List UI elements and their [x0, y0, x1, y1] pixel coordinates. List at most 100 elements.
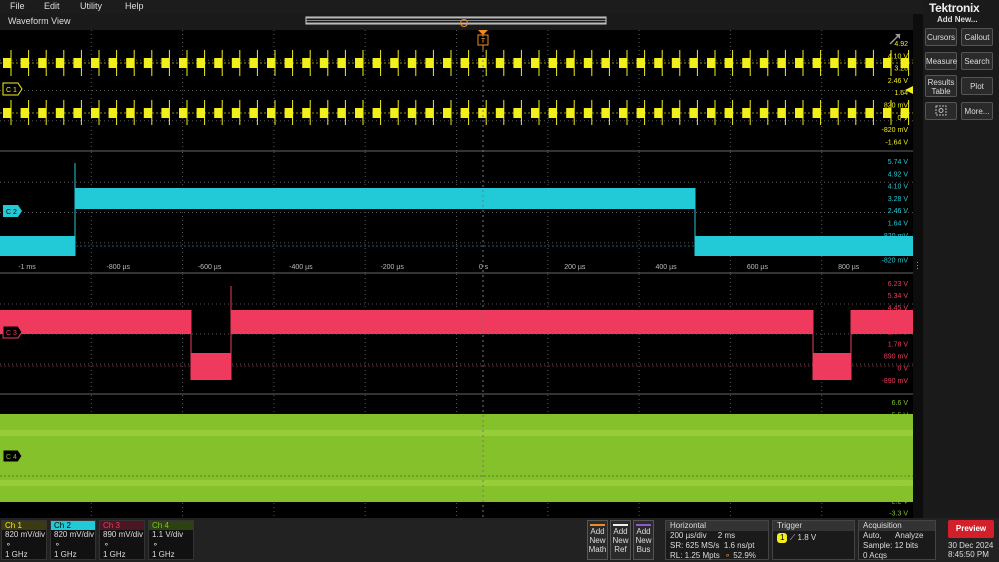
- ch4-tick-label: -2.2 V: [889, 498, 908, 505]
- time-tick-label: -200 µs: [380, 264, 404, 271]
- ch3-tick-label: 6.23 V: [888, 281, 909, 288]
- ch2-panel: [0, 152, 913, 273]
- time-tick-label: 400 µs: [656, 264, 678, 271]
- ch2-tick-label: 4.92 V: [888, 171, 909, 178]
- add-new-bus-button[interactable]: Add New Bus: [633, 520, 654, 560]
- trigger-marker-icon[interactable]: T: [477, 34, 489, 50]
- record-overview[interactable]: [0, 14, 913, 30]
- probe-icon: ⚬: [103, 540, 110, 549]
- ch2-label: C 2: [6, 209, 17, 216]
- position-icon: ⚬: [724, 551, 731, 560]
- trigger-position-icon: [478, 30, 488, 35]
- ch1-tick-label: 3.28: [894, 66, 908, 73]
- ch1-tick-label: 0 V: [897, 115, 908, 122]
- waveform-area[interactable]: -1 ms -800 µs -600 µs -400 µs -200 µs 0 s 200 …: [0, 30, 913, 518]
- ch2-badge[interactable]: Ch 2 820 mV/div ⚬ 1 GHz: [50, 520, 96, 560]
- ch4-tick-label: 3.3 V: [892, 437, 909, 444]
- ch1-scale: 820 mV/div: [5, 530, 46, 539]
- callout-button[interactable]: Callout: [961, 28, 993, 46]
- time-tick-label: 600 µs: [747, 264, 769, 271]
- plot-button[interactable]: Plot: [961, 77, 993, 95]
- ch4-tick-label: 5.5 V: [892, 412, 909, 419]
- results-table-button[interactable]: Results Table: [925, 75, 957, 97]
- ch4-panel: [0, 395, 913, 518]
- ch4-label-marker[interactable]: C 4: [2, 449, 23, 463]
- right-panel: Tektronix Add New... Cursors Callout Mea…: [923, 0, 999, 518]
- menu-help[interactable]: Help: [125, 1, 144, 11]
- drag-handle-icon[interactable]: · · ·: [916, 258, 919, 273]
- time-label: 8:45:50 PM: [948, 550, 989, 559]
- ch2-tick-label: -820 mV: [882, 257, 909, 264]
- time-axis: -1 ms -800 µs -600 µs -400 µs -200 µs 0 s 200 …: [18, 264, 860, 271]
- menu-edit[interactable]: Edit: [44, 1, 60, 11]
- more-button[interactable]: More...: [961, 102, 993, 120]
- time-tick-label: -1 ms: [18, 264, 36, 271]
- time-tick-label: -400 µs: [289, 264, 313, 271]
- settings-bar: Ch 1 820 mV/div ⚬ 1 GHz Ch 2 820 mV/div …: [0, 518, 999, 562]
- ns-per-point: 1.6 ns/pt: [723, 541, 755, 550]
- acquisition-badge[interactable]: Acquisition Auto, Analyze Sample: 12 bit…: [858, 520, 936, 560]
- ch2-tick-label: 0 V: [897, 245, 908, 252]
- ch4-signal-band: [0, 414, 913, 502]
- ch1-badge[interactable]: Ch 1 820 mV/div ⚬ 1 GHz: [1, 520, 47, 560]
- ch3-badge-title: Ch 3: [100, 521, 144, 530]
- ch4-bandwidth: 1 GHz: [152, 550, 175, 559]
- search-button[interactable]: Search: [961, 52, 993, 70]
- ch1-tick-label: -1.64 V: [885, 139, 908, 146]
- zoom-box-icon[interactable]: [925, 102, 957, 120]
- ch3-label: C 3: [6, 330, 17, 337]
- ch1-tick-label: 2.46 V: [888, 78, 909, 85]
- ch1-tick-label: 4.92: [894, 41, 908, 48]
- ch2-high-segment: [75, 188, 695, 209]
- ch3-high-segment-2: [231, 310, 813, 334]
- acquisition-analyze: Analyze: [895, 531, 924, 540]
- position-percent: 52.9%: [733, 551, 756, 560]
- acquisition-title: Acquisition: [859, 521, 935, 531]
- ch2-label-marker[interactable]: C 2: [3, 205, 22, 217]
- panel-splitter[interactable]: · · ·: [913, 14, 923, 518]
- ch3-panel: [0, 274, 913, 394]
- menu-utility[interactable]: Utility: [80, 1, 102, 11]
- ch1-panel: [0, 30, 913, 151]
- measure-button[interactable]: Measure: [925, 52, 957, 70]
- ch4-badge[interactable]: Ch 4 1.1 V/div ⚬ 1 GHz: [148, 520, 194, 560]
- ch4-label: C 4: [6, 454, 17, 461]
- ch3-low-segment-1: [191, 353, 231, 380]
- ch3-tick-label: 890 mV: [884, 354, 908, 361]
- ch1-label-marker[interactable]: C 1: [2, 82, 23, 96]
- ch2-tick-label: 820 mV: [884, 233, 908, 240]
- time-tick-label: 200 µs: [564, 264, 586, 271]
- ch4-tick-label: -1.1 V: [889, 486, 908, 493]
- time-tick-label: 800 µs: [838, 264, 860, 271]
- ch1-label: C 1: [6, 87, 17, 94]
- cursors-button[interactable]: Cursors: [925, 28, 957, 46]
- time-tick-label: 0 s: [479, 264, 489, 271]
- ch2-scale: 820 mV/div: [54, 530, 95, 539]
- preview-button[interactable]: Preview: [948, 520, 994, 538]
- trigger-badge[interactable]: Trigger 1 ⟋ 1.8 V: [772, 520, 855, 560]
- ch1-badge-title: Ch 1: [2, 521, 46, 530]
- ch3-badge[interactable]: Ch 3 890 mV/div ⚬ 1 GHz: [99, 520, 145, 560]
- add-new-math-button[interactable]: Add New Math: [587, 520, 608, 560]
- ch2-low-segment-1: [0, 236, 75, 256]
- date-label: 30 Dec 2024: [948, 541, 994, 550]
- ch2-tick-label: 3.28 V: [888, 196, 909, 203]
- ch2-badge-title: Ch 2: [51, 521, 95, 530]
- menu-bar: File Edit Utility Help: [0, 0, 999, 14]
- ch4-tick-label: 1.1 V: [892, 462, 909, 469]
- menu-file[interactable]: File: [10, 1, 25, 11]
- horizontal-scale: 200 µs/div: [670, 531, 707, 540]
- acquisition-count: 0 Acqs: [863, 551, 888, 560]
- ch4-tick-label: -3.3 V: [889, 511, 908, 518]
- ch4-tick-label: 4.4 V: [892, 425, 909, 432]
- add-new-ref-button[interactable]: Add New Ref: [610, 520, 631, 560]
- ch1-tick-label: 820 mV: [884, 103, 908, 110]
- ch3-tick-label: 2.67 V: [888, 329, 909, 336]
- ch3-high-segment-1: [0, 310, 191, 334]
- ch2-tick-label: 1.64 V: [888, 221, 909, 228]
- ch3-label-marker[interactable]: C 3: [2, 325, 23, 339]
- probe-icon: ⚬: [5, 540, 12, 549]
- horizontal-badge[interactable]: Horizontal 200 µs/div 2 ms SR: 625 MS/s …: [665, 520, 769, 560]
- date-time: 30 Dec 2024 8:45:50 PM: [948, 541, 993, 559]
- ch2-low-segment-2: [695, 236, 913, 256]
